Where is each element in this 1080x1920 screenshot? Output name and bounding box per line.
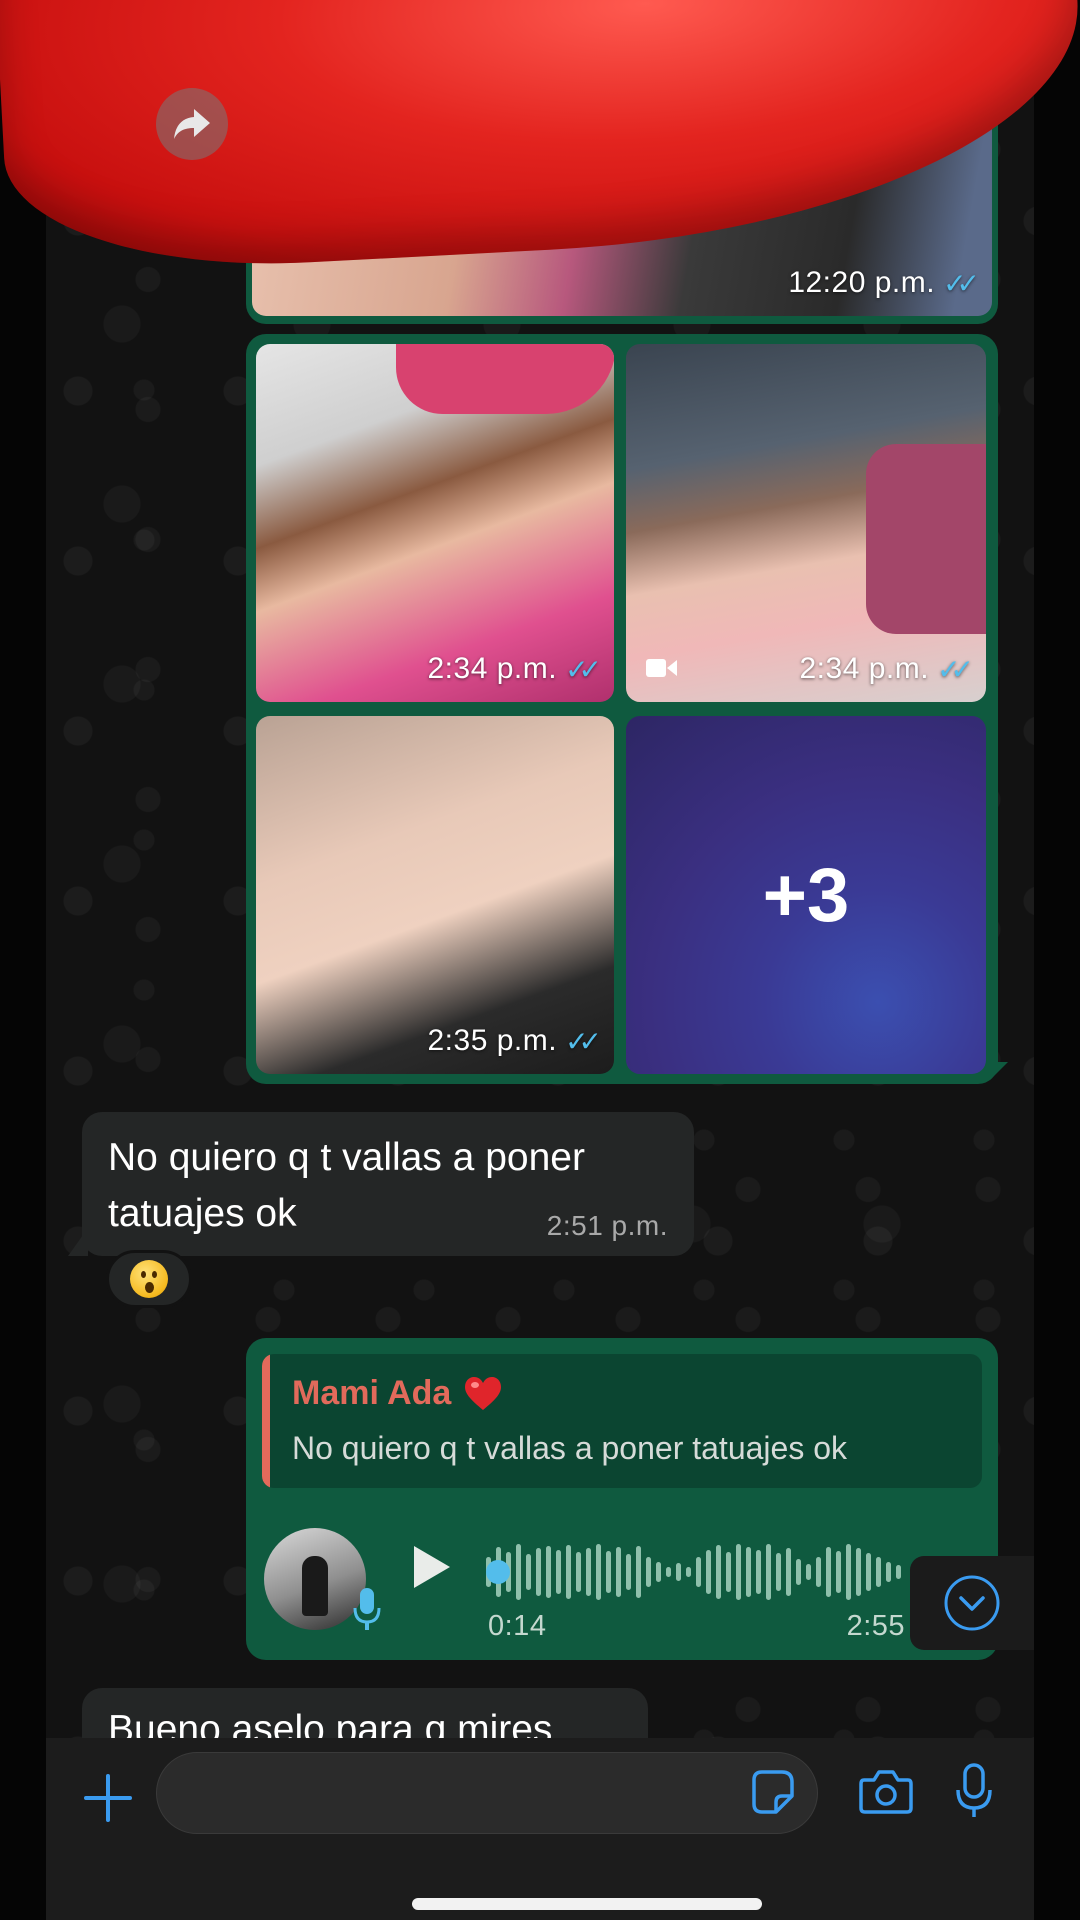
grid-photo-3[interactable]: 2:35 p.m. ✓✓ bbox=[256, 716, 614, 1074]
image-timestamp: 12:20 p.m. ✓✓ bbox=[788, 266, 980, 299]
camera-button[interactable] bbox=[858, 1766, 914, 1821]
heart-emoji-icon bbox=[465, 1376, 502, 1410]
bubble-tail bbox=[990, 1062, 1008, 1080]
cap-shape bbox=[396, 344, 614, 414]
quote-accent-bar bbox=[262, 1354, 270, 1488]
voice-reply-bubble[interactable]: Mami Ada No quiero q t vallas a poner ta… bbox=[246, 1338, 998, 1660]
microphone-icon bbox=[956, 1763, 992, 1817]
chat-background[interactable]: 12:20 p.m. ✓✓ 2:34 p.m. ✓✓ 2:34 p.m. ✓✓ … bbox=[46, 0, 1034, 1738]
sticker-icon bbox=[752, 1770, 794, 1814]
voice-record-button[interactable] bbox=[954, 1762, 994, 1825]
grid-photo-3-time: 2:35 p.m. ✓✓ bbox=[427, 1024, 602, 1057]
screen: 12:20 p.m. ✓✓ 2:34 p.m. ✓✓ 2:34 p.m. ✓✓ … bbox=[0, 0, 1080, 1920]
grid-video-2[interactable]: 2:34 p.m. ✓✓ bbox=[626, 344, 986, 702]
attach-button[interactable] bbox=[78, 1768, 138, 1828]
grid-photo-1[interactable]: 2:34 p.m. ✓✓ bbox=[256, 344, 614, 702]
sender-avatar bbox=[264, 1528, 366, 1630]
grid-photo-1-time: 2:34 p.m. ✓✓ bbox=[427, 652, 602, 685]
incoming-message-bubble[interactable]: No quiero q t vallas a poner tatuajes ok… bbox=[82, 1112, 694, 1256]
scroll-to-bottom-button[interactable] bbox=[910, 1556, 1034, 1650]
home-indicator[interactable] bbox=[412, 1898, 762, 1910]
forward-icon bbox=[174, 109, 210, 139]
left-border bbox=[0, 0, 46, 1920]
voice-waveform[interactable] bbox=[486, 1534, 966, 1610]
incoming-message-text: Bueno aselo para q mires bbox=[108, 1708, 553, 1738]
double-check-icon: ✓✓ bbox=[565, 1025, 602, 1057]
quoted-author: Mami Ada bbox=[292, 1374, 503, 1413]
voice-duration: 0:14 bbox=[488, 1610, 547, 1642]
quoted-message[interactable]: Mami Ada No quiero q t vallas a poner ta… bbox=[262, 1354, 982, 1488]
quoted-text: No quiero q t vallas a poner tatuajes ok bbox=[292, 1430, 847, 1466]
forward-button[interactable] bbox=[156, 88, 228, 160]
microphone-icon bbox=[352, 1586, 382, 1637]
sticker-button[interactable] bbox=[746, 1766, 798, 1823]
right-border bbox=[1034, 0, 1080, 1920]
plus-icon bbox=[84, 1774, 132, 1822]
grid-more-tile[interactable]: +3 bbox=[626, 716, 986, 1074]
message-composer bbox=[46, 1738, 1034, 1920]
message-reaction[interactable] bbox=[106, 1250, 192, 1308]
chevron-down-icon bbox=[944, 1575, 1000, 1631]
more-count-label: +3 bbox=[762, 852, 850, 938]
waveform-scrubber[interactable] bbox=[486, 1560, 510, 1584]
video-camera-icon bbox=[646, 657, 678, 684]
double-check-icon: ✓✓ bbox=[565, 653, 602, 685]
message-input[interactable] bbox=[156, 1752, 818, 1834]
media-grid-bubble[interactable]: 2:34 p.m. ✓✓ 2:34 p.m. ✓✓ 2:35 p.m. ✓✓ +… bbox=[246, 334, 998, 1084]
cap-shape bbox=[866, 444, 986, 634]
incoming-message-time: 2:51 p.m. bbox=[546, 1210, 668, 1241]
double-check-icon: ✓✓ bbox=[943, 267, 980, 299]
bubble-tail bbox=[68, 1228, 88, 1256]
double-check-icon: ✓✓ bbox=[937, 653, 974, 685]
hushed-face-emoji bbox=[130, 1260, 168, 1298]
grid-video-2-time: 2:34 p.m. ✓✓ bbox=[799, 652, 974, 685]
play-icon[interactable] bbox=[414, 1546, 450, 1588]
incoming-message-bubble[interactable]: Bueno aselo para q mires bbox=[82, 1688, 648, 1738]
camera-icon bbox=[859, 1770, 913, 1814]
